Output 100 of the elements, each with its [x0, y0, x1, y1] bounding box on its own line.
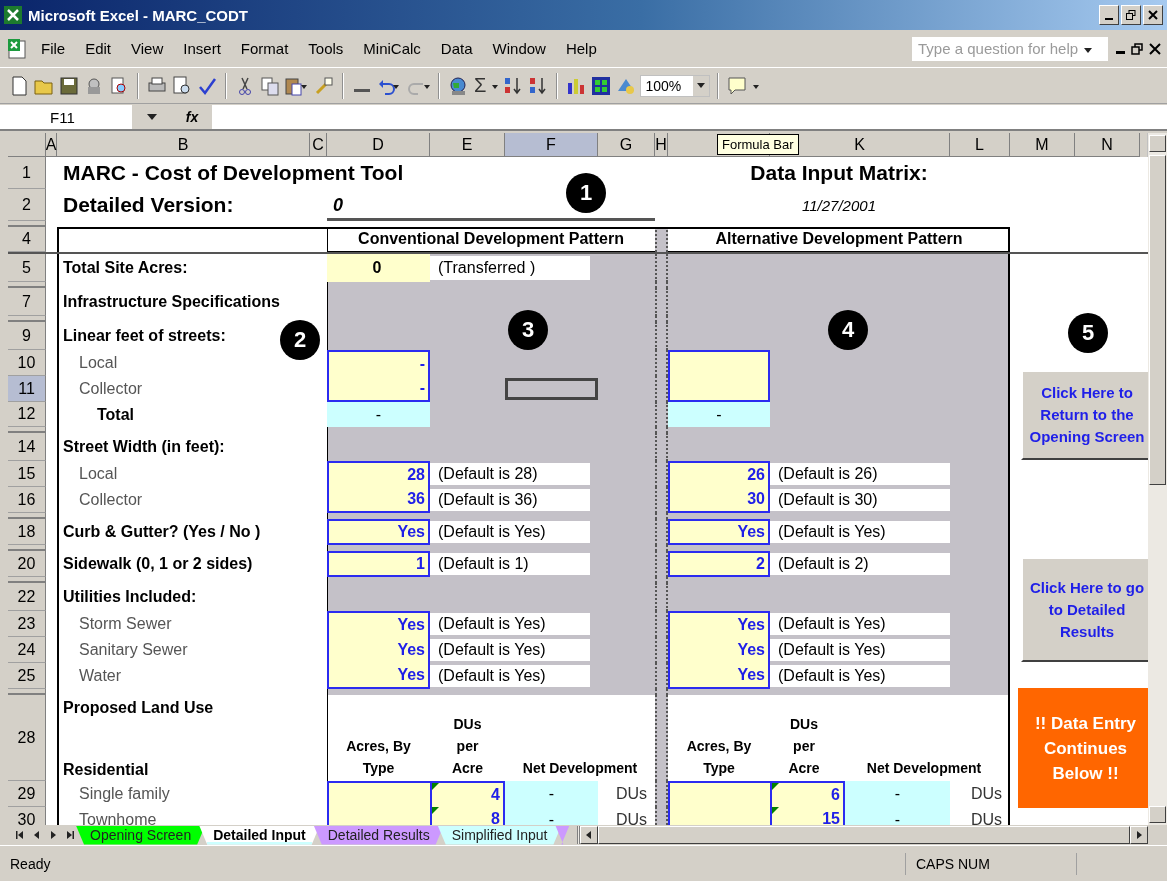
menu-item[interactable]: File [32, 37, 75, 60]
input-cell[interactable]: 6 [770, 781, 845, 807]
input-cell[interactable]: 2 [668, 551, 770, 577]
row-label: Townhome [78, 810, 157, 825]
row-header[interactable]: 20 [8, 551, 46, 577]
row-header[interactable]: 15 [8, 461, 46, 487]
input-cell[interactable]: 36 [327, 487, 430, 513]
navigation-button[interactable]: Click Here to go to Detailed Results [1021, 557, 1148, 662]
row-header[interactable]: 5 [8, 254, 46, 282]
note-cell: (Default is Yes) [770, 613, 950, 635]
insert-function-button[interactable]: fx [172, 105, 212, 129]
input-cell[interactable]: 8 [430, 807, 505, 825]
row-header[interactable]: 11 [8, 376, 46, 402]
result-cell: - [505, 807, 598, 825]
note-cell: (Default is 1) [430, 553, 590, 575]
input-cell[interactable]: Yes [327, 663, 430, 689]
row-header[interactable]: 9 [8, 322, 46, 350]
format-painter-icon[interactable] [313, 74, 335, 97]
tab-scroll-icon[interactable] [64, 830, 74, 840]
scroll-left-icon[interactable] [586, 831, 593, 839]
input-cell[interactable] [327, 781, 430, 807]
globe-icon[interactable] [447, 74, 469, 97]
horizontal-scrollbar[interactable] [577, 826, 1148, 844]
menu-item[interactable]: Help [556, 37, 606, 60]
input-cell[interactable]: Yes [668, 611, 770, 637]
input-cell[interactable]: Yes [668, 519, 770, 545]
row-header[interactable]: 2 [8, 189, 46, 221]
menu-item[interactable]: Insert [174, 37, 230, 60]
row-header[interactable] [8, 282, 46, 288]
row-header[interactable] [8, 513, 46, 519]
save-icon[interactable] [58, 74, 80, 97]
zoom-dropdown[interactable]: 100% [640, 74, 711, 97]
help-search-field[interactable]: Type a question for help [912, 36, 1108, 61]
vertical-scrollbar[interactable] [1147, 133, 1167, 825]
copy-icon[interactable] [259, 74, 281, 97]
input-cell[interactable]: Yes [668, 663, 770, 689]
row-header[interactable]: 28 [8, 695, 46, 781]
version-value: 0 [332, 193, 344, 217]
row-label: Local [78, 464, 118, 484]
column-header[interactable]: F [505, 133, 598, 157]
navigation-button[interactable]: Click Here to Return to the Opening Screen [1021, 370, 1148, 460]
scroll-right-icon[interactable] [1136, 831, 1142, 839]
menu-item[interactable]: MiniCalc [354, 37, 430, 60]
row-header[interactable] [8, 545, 46, 551]
input-cell[interactable]: Yes [327, 519, 430, 545]
menu-item[interactable]: Data [431, 37, 482, 60]
row-header[interactable] [8, 427, 46, 433]
input-cell[interactable]: - [327, 376, 430, 402]
autosum-button[interactable]: Σ [472, 74, 489, 97]
row-header[interactable] [8, 316, 46, 322]
row-header[interactable] [8, 221, 46, 227]
menu-item[interactable]: View [122, 37, 173, 60]
input-cell[interactable]: Yes [327, 637, 430, 663]
row-header[interactable] [8, 689, 46, 695]
row-header[interactable]: 7 [8, 288, 46, 316]
input-cell[interactable]: 28 [327, 461, 430, 487]
row-header[interactable]: 4 [8, 227, 46, 252]
restore-button[interactable] [1121, 5, 1141, 25]
callout-marker: 5 [1068, 313, 1108, 353]
input-cell[interactable]: - [327, 350, 430, 376]
input-cell[interactable]: Yes [327, 611, 430, 637]
input-cell[interactable]: 26 [668, 461, 770, 487]
input-cell[interactable] [668, 350, 770, 376]
menu-item[interactable]: Window [483, 37, 555, 60]
row-header[interactable]: 24 [8, 637, 46, 663]
row-header[interactable]: 1 [8, 157, 46, 189]
row-header[interactable]: 25 [8, 663, 46, 689]
row-header[interactable]: 29 [8, 781, 46, 807]
input-cell[interactable] [668, 781, 770, 807]
note-cell: (Default is 2) [770, 553, 950, 575]
close-icon[interactable] [1149, 42, 1161, 55]
row-header[interactable]: 12 [8, 402, 46, 427]
close-button[interactable] [1143, 5, 1163, 25]
row-header[interactable] [8, 577, 46, 583]
grid-icon[interactable] [590, 74, 613, 97]
restore-icon[interactable] [1131, 42, 1143, 55]
row-header[interactable]: 23 [8, 611, 46, 637]
input-cell[interactable]: 30 [668, 487, 770, 513]
row-header[interactable]: 30 [8, 807, 46, 825]
tab-scroll-icon[interactable] [16, 830, 26, 840]
input-cell[interactable]: 15 [770, 807, 845, 825]
row-header[interactable]: 18 [8, 519, 46, 545]
input-cell[interactable]: 1 [327, 551, 430, 577]
row-header[interactable]: 22 [8, 583, 46, 611]
callout-marker: 2 [280, 320, 320, 360]
input-cell[interactable]: 0 [327, 254, 430, 282]
row-header[interactable]: 14 [8, 433, 46, 461]
row-label: Water [78, 666, 122, 686]
minimize-button[interactable] [1099, 5, 1119, 25]
menu-item[interactable]: Tools [299, 37, 353, 60]
row-header[interactable]: 16 [8, 487, 46, 513]
row-header[interactable]: 10 [8, 350, 46, 376]
menu-item[interactable]: Edit [76, 37, 121, 60]
input-cell[interactable]: Yes [668, 637, 770, 663]
input-cell[interactable]: 4 [430, 781, 505, 807]
menu-item[interactable]: Format [231, 37, 298, 60]
input-cell[interactable] [668, 376, 770, 402]
print-preview-icon[interactable] [171, 74, 193, 97]
caret-icon[interactable] [697, 82, 706, 89]
caret-icon[interactable] [147, 114, 157, 120]
